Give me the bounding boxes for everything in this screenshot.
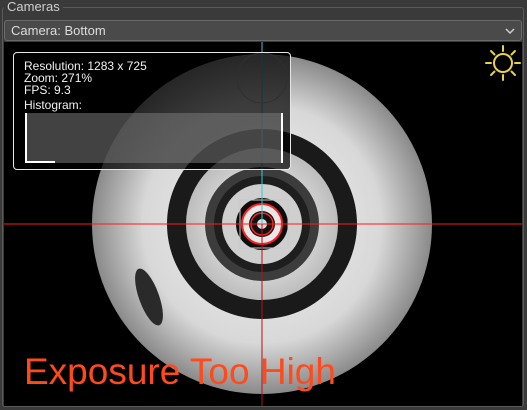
camera-view[interactable]: Resolution: 1283 x 725 Zoom: 271% FPS: 9… [4, 42, 522, 406]
camera-select-value: Camera: Bottom [11, 23, 106, 38]
histogram [25, 113, 283, 163]
histogram-peak [281, 113, 283, 163]
histogram-x-axis [25, 161, 55, 163]
camera-select[interactable]: Camera: Bottom [4, 20, 522, 41]
sun-icon[interactable] [484, 44, 522, 82]
info-overlay: Resolution: 1283 x 725 Zoom: 271% FPS: 9… [13, 52, 291, 170]
chevron-down-icon [503, 24, 517, 38]
histogram-label: Histogram: [24, 98, 83, 112]
exposure-warning: Exposure Too High [24, 351, 336, 392]
histogram-y-axis [25, 113, 27, 163]
group-title: Cameras [4, 0, 63, 14]
fps-text: FPS: 9.3 [24, 83, 71, 97]
